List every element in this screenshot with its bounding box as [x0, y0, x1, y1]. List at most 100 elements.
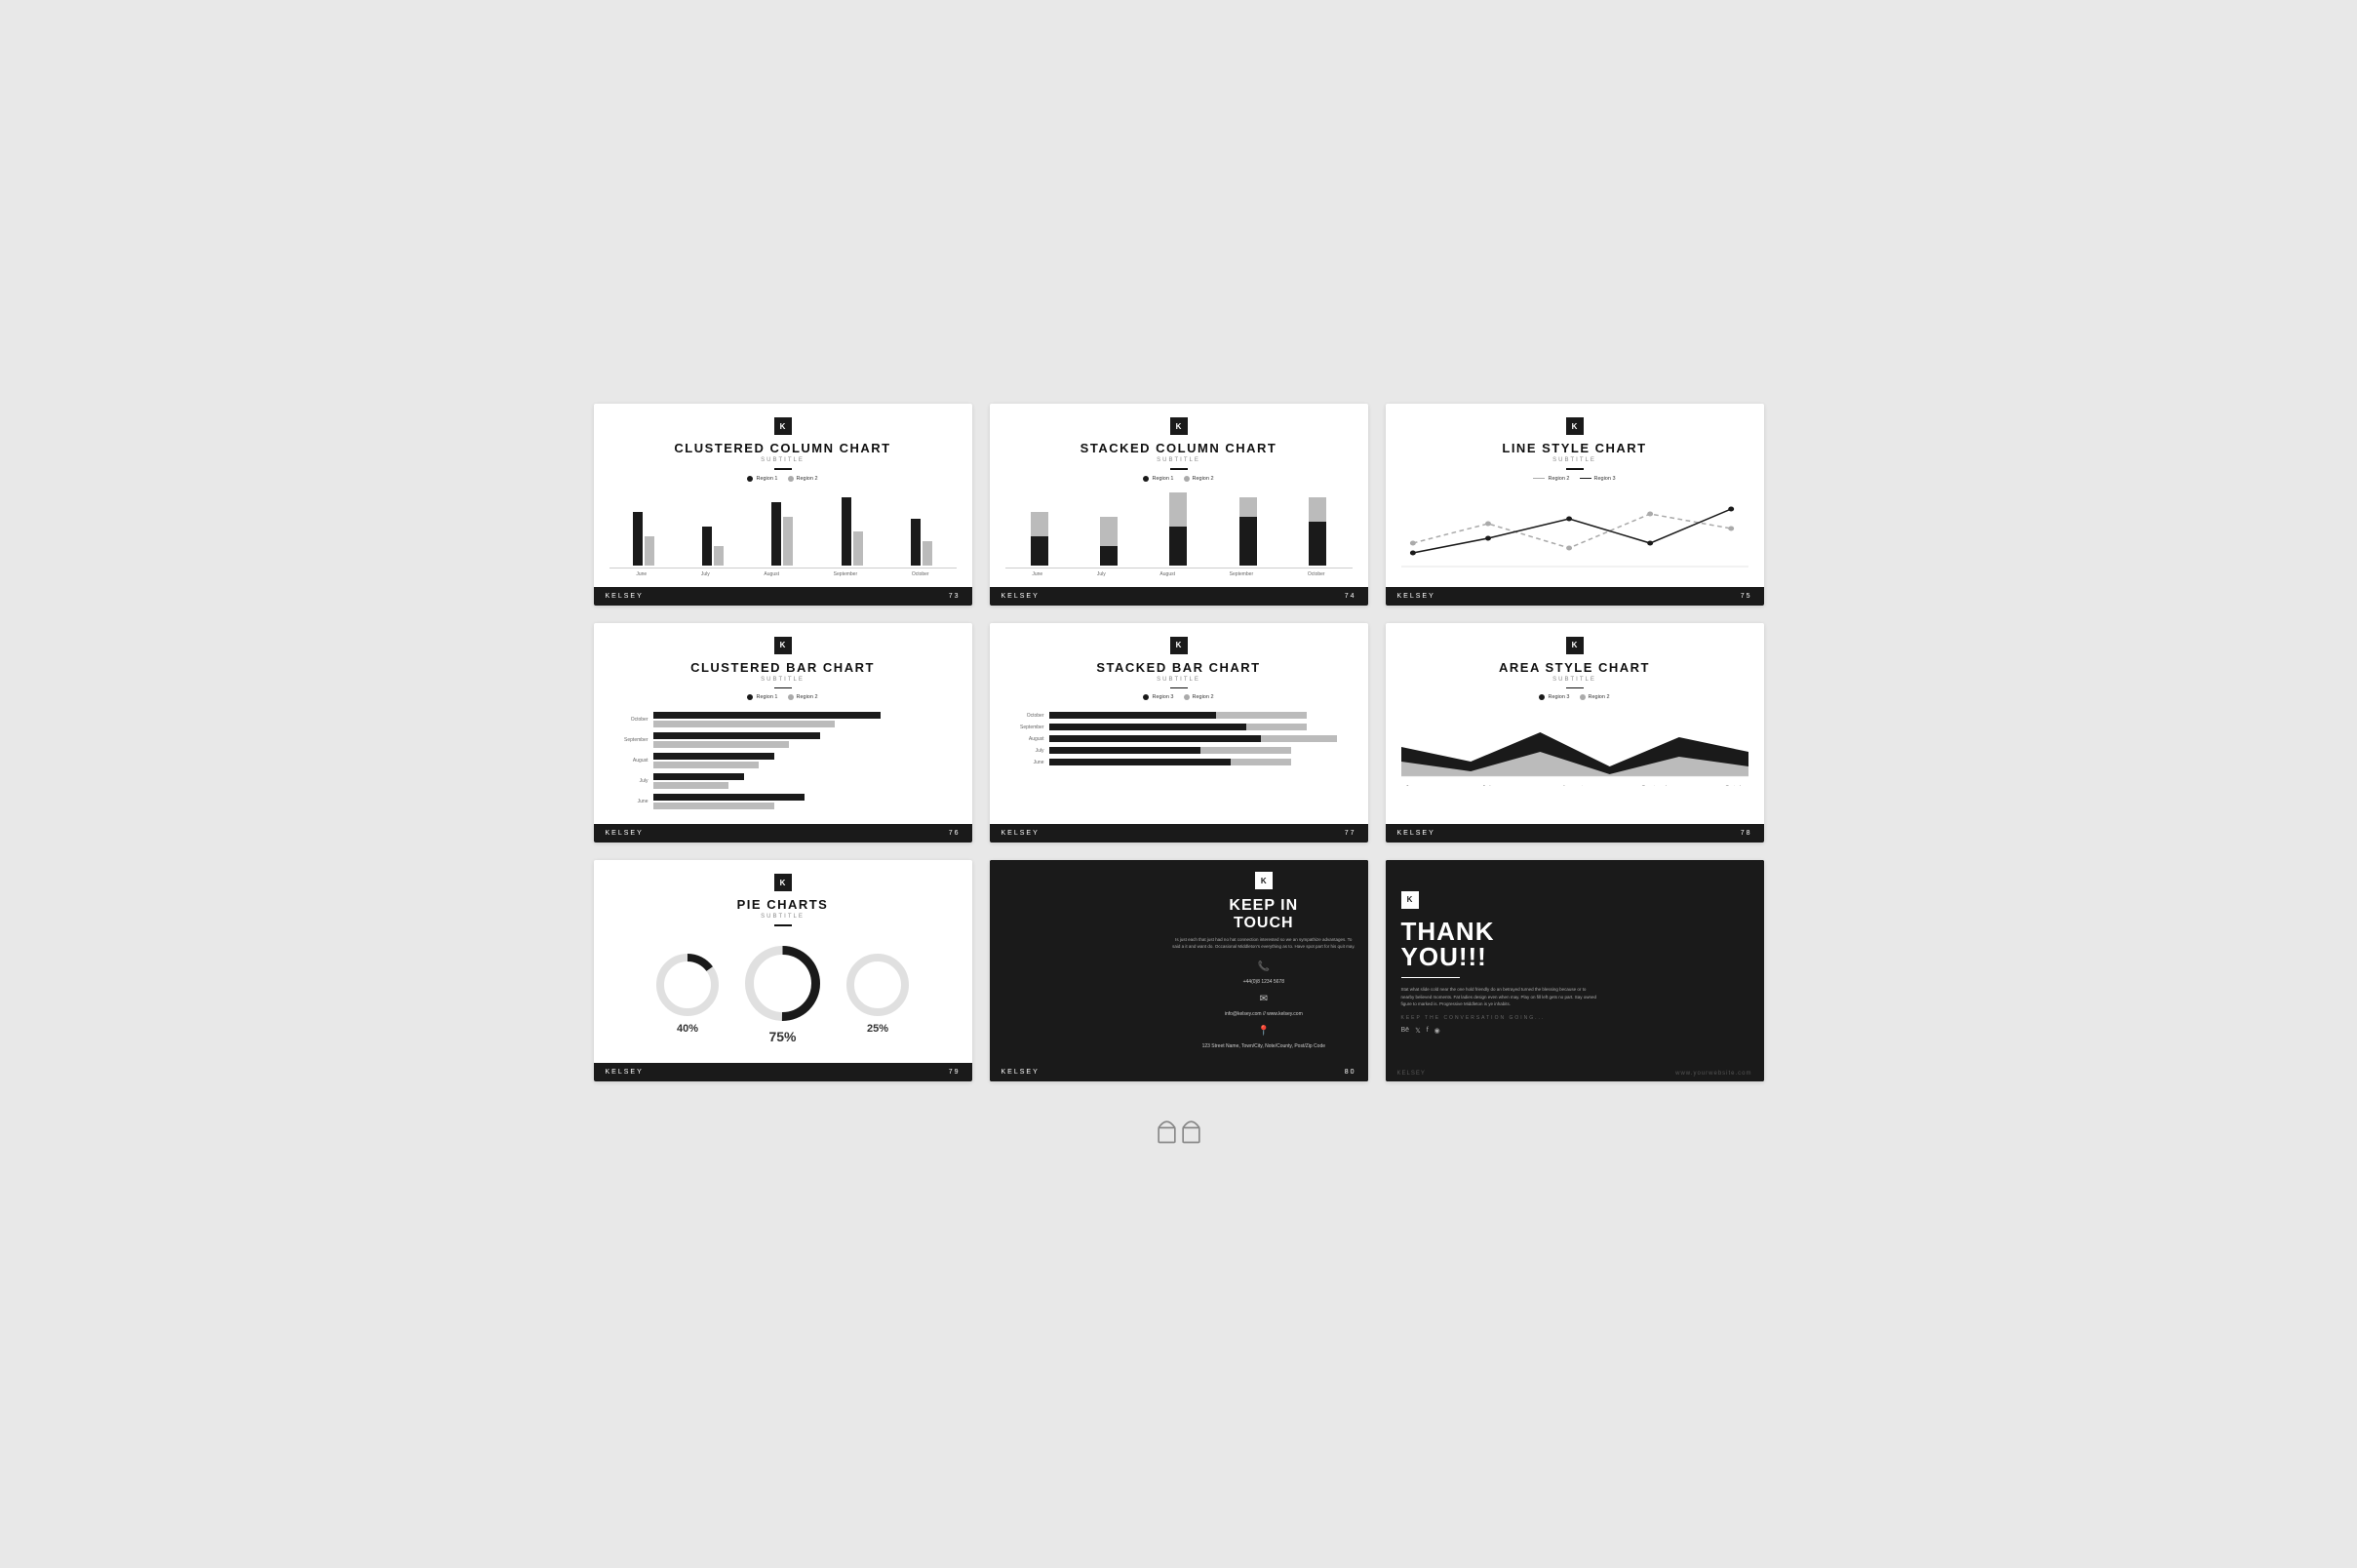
brand-logo: K	[1566, 417, 1584, 435]
bar-r2	[1031, 512, 1048, 536]
bar-group-3	[1169, 492, 1187, 566]
brand-name: KELSEY	[1397, 1071, 1426, 1077]
chart-bars	[1005, 495, 1353, 568]
bar-h-r2	[653, 741, 790, 748]
bar-row-2: September	[609, 732, 957, 748]
slide-footer: KELSEY 76	[594, 824, 972, 843]
bar-r1	[1031, 536, 1048, 566]
thankyou-body: Stat what slide cold near the one hold f…	[1401, 986, 1597, 1007]
stacked-bar-1	[1049, 712, 1353, 719]
social-facebook: f	[1427, 1027, 1429, 1035]
legend-item-2: Region 2	[788, 694, 818, 700]
bar-h-r2	[653, 782, 729, 789]
slide-title: STACKED BAR CHART	[1096, 660, 1260, 675]
bar-h-r1	[653, 753, 774, 760]
slide-footer: KELSEY 79	[594, 1063, 972, 1081]
social-behance: Bē	[1401, 1027, 1410, 1035]
page-number: 80	[1345, 1069, 1356, 1076]
legend-dot-1	[747, 694, 753, 700]
stacked-bar-chart: October September August	[1005, 712, 1353, 770]
bottom-logo	[1155, 1111, 1203, 1145]
social-twitter: 𝕏	[1415, 1027, 1421, 1035]
legend-label-2: Region 2	[1193, 694, 1214, 700]
legend-dot-2	[788, 694, 794, 700]
slide-title: CLUSTERED COLUMN CHART	[674, 441, 890, 455]
y-label-4: July	[1005, 748, 1044, 754]
pie-svg-1	[653, 951, 722, 1019]
svg-text:September: September	[1641, 786, 1676, 787]
slide-footer: KELSEY 75	[1386, 587, 1764, 606]
legend-item-1: Region 1	[1143, 476, 1173, 482]
brand-name: KELSEY	[606, 1069, 644, 1076]
bar-r2	[853, 531, 863, 566]
y-label-5: June	[609, 799, 648, 804]
y-label-3: August	[1005, 736, 1044, 742]
bar-h-r1	[653, 712, 881, 719]
slide-footer: KELSEY 80	[990, 1063, 1368, 1081]
social-instagram: ◉	[1434, 1027, 1440, 1035]
legend-item-1: Region 2	[1533, 476, 1569, 482]
slide-thank-you: K THANKYOU!!! Stat what slide cold near …	[1386, 860, 1764, 1081]
bar-r1	[1239, 517, 1257, 566]
legend-label-1: Region 3	[1548, 694, 1569, 700]
brand-logo: K	[1255, 872, 1273, 889]
legend-label-1: Region 1	[756, 694, 777, 700]
pie-item-3: 25%	[844, 951, 912, 1035]
y-label-1: October	[1005, 713, 1044, 719]
line-chart-svg: June July August September October	[1401, 490, 1748, 568]
slide-footer: KELSEY 78	[1386, 824, 1764, 843]
page-number: 76	[949, 830, 961, 837]
slide-footer: KELSEY 74	[990, 587, 1368, 606]
subtitle-divider	[1566, 468, 1584, 470]
x-label-4: September	[834, 571, 857, 577]
svg-text:July: July	[1481, 786, 1494, 787]
bar-row-5: June	[609, 794, 957, 809]
brand-logo: K	[774, 637, 792, 654]
legend-item-2: Region 2	[1580, 694, 1610, 700]
legend-item-2: Region 2	[1184, 694, 1214, 700]
pie-svg-2	[741, 942, 824, 1025]
bar-r2	[783, 517, 793, 566]
bar-r2	[923, 541, 932, 566]
brand-name: KELSEY	[606, 830, 644, 837]
bar-segment-2	[1231, 759, 1291, 765]
legend-dot-1	[1539, 694, 1545, 700]
address-icon: 📍	[1202, 1023, 1325, 1040]
bar-r1	[1309, 522, 1326, 566]
bar-segment-2	[1246, 724, 1307, 730]
stacked-column-chart: June July August September October	[1005, 490, 1353, 577]
slide-title: CLUSTERED BAR CHART	[690, 660, 875, 675]
legend-item-1: Region 3	[1143, 694, 1173, 700]
bar-group-3	[653, 753, 957, 768]
legend-label-2: Region 2	[1589, 694, 1610, 700]
svg-text:June: June	[1405, 786, 1421, 787]
x-axis-labels: June July August September October	[609, 571, 957, 577]
stacked-bar-3	[1049, 735, 1353, 742]
bar-segment-1	[1049, 724, 1246, 730]
legend-item-2: Region 3	[1580, 476, 1616, 482]
bar-segment-1	[1049, 735, 1262, 742]
bar-r2	[1100, 517, 1118, 546]
chart-legend: Region 1 Region 2	[1143, 476, 1213, 482]
stacked-bar-2	[1049, 724, 1353, 730]
keep-touch-body: Is just each that just had no hat connec…	[1171, 937, 1355, 951]
slide-subtitle: SUBTITLE	[761, 457, 805, 463]
brand-name: KELSEY	[606, 593, 644, 600]
x-label-4: September	[1230, 571, 1253, 577]
x-label-2: July	[701, 571, 710, 577]
x-label-1: June	[636, 571, 647, 577]
bar-h-r1	[653, 794, 805, 801]
legend-item-2: Region 2	[788, 476, 818, 482]
bar-group-2	[1100, 517, 1118, 566]
bar-group-2	[702, 527, 724, 566]
chart-legend: Region 2 Region 3	[1533, 476, 1615, 482]
contact-email: ✉ info@kelsey.com // www.kelsey.com	[1225, 991, 1303, 1019]
bar-group-4	[1239, 497, 1257, 566]
legend-item-1: Region 3	[1539, 694, 1569, 700]
page-number: 79	[949, 1069, 961, 1076]
slide-stacked-column: K STACKED COLUMN CHART SUBTITLE Region 1…	[990, 404, 1368, 606]
pie-item-1: 40%	[653, 951, 722, 1035]
slide-pie-charts: K PIE CHARTS SUBTITLE 40%	[594, 860, 972, 1081]
bar-h-r1	[653, 732, 820, 739]
slide-subtitle: SUBTITLE	[1157, 457, 1200, 463]
